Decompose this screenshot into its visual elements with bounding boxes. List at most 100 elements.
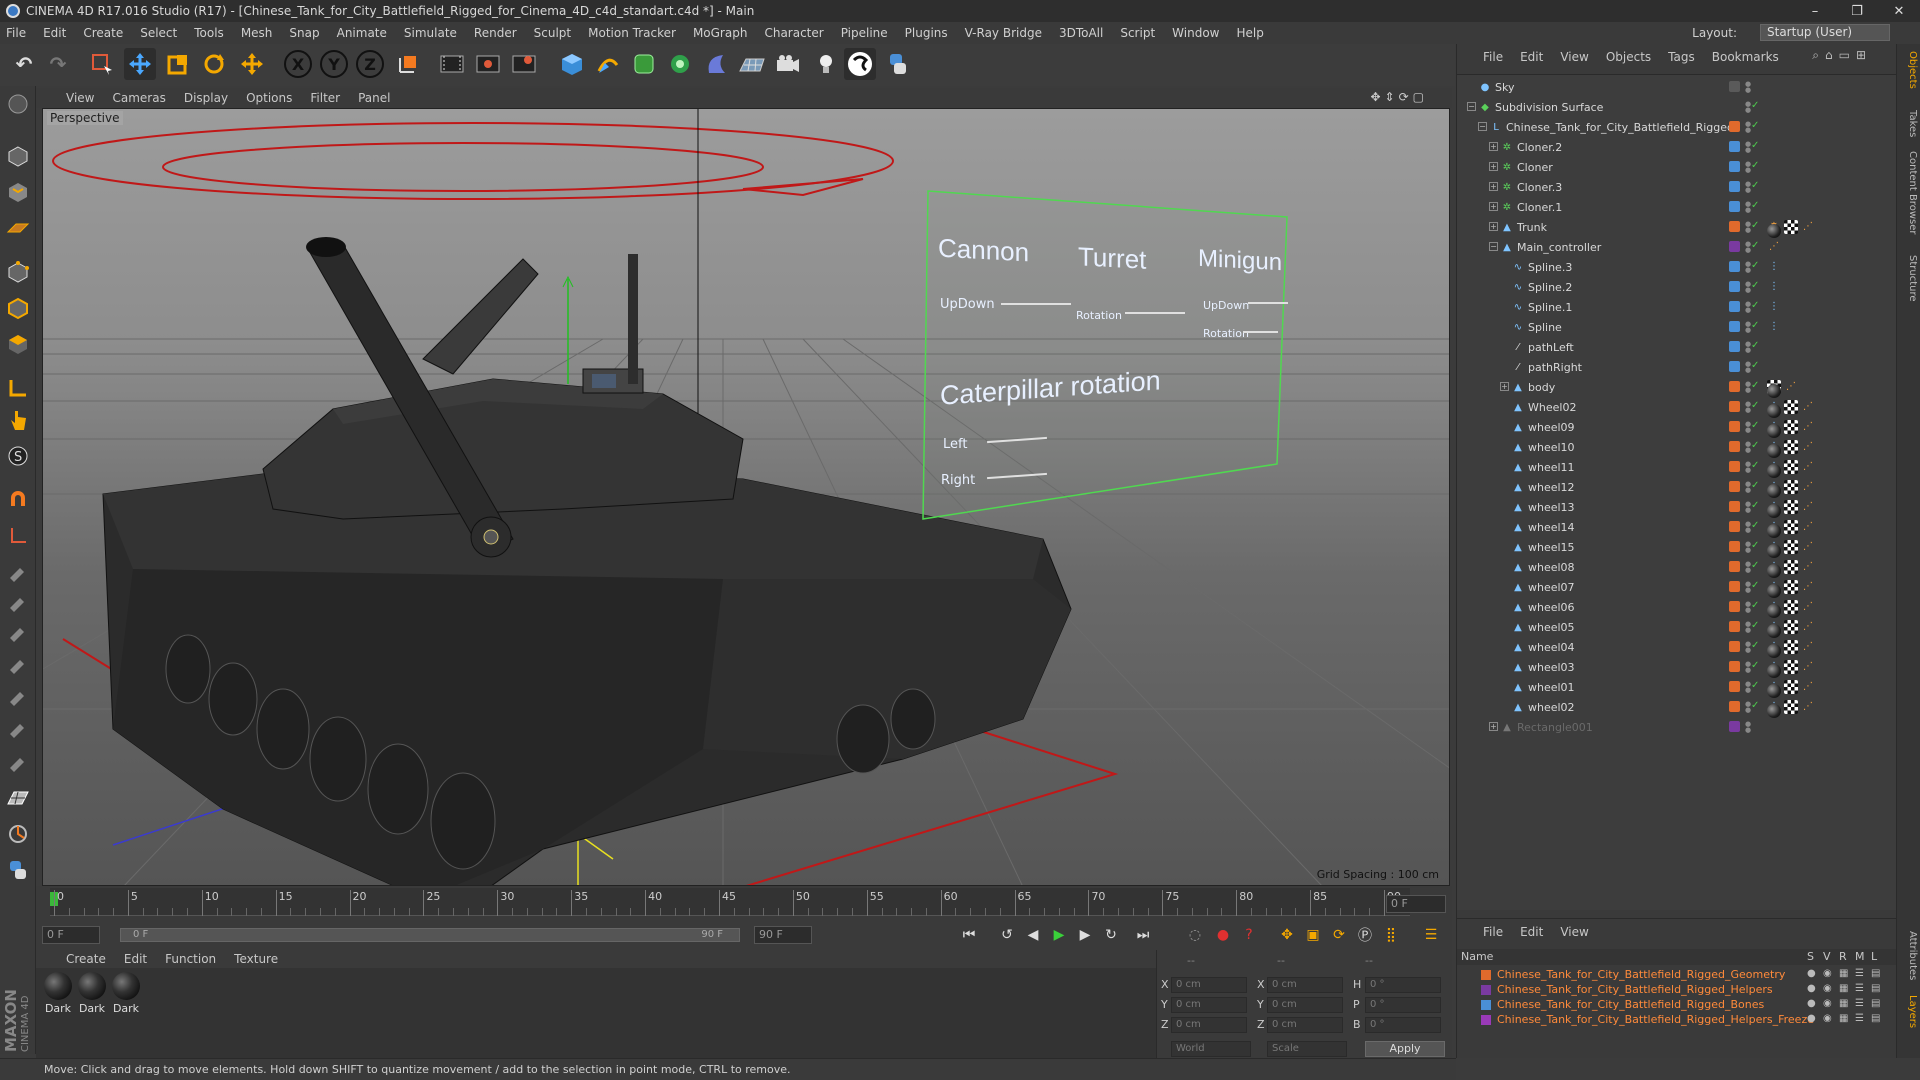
viewport-perspective[interactable]: Cannon Turret Minigun UpDown Rotation Up… (42, 108, 1450, 886)
object-row[interactable]: − ◆ Subdivision Surface ● ● ✓ (1457, 97, 1897, 117)
expand-toggle-icon[interactable]: − (1478, 122, 1487, 131)
menu-pipeline[interactable]: Pipeline (841, 26, 888, 40)
material-tag-icon[interactable] (1767, 584, 1781, 598)
object-name[interactable]: Spline.3 (1528, 261, 1572, 274)
object-name[interactable]: Cloner.1 (1517, 201, 1562, 214)
menu-edit[interactable]: Edit (43, 26, 66, 40)
hud-turret-rotation-slider[interactable] (1125, 312, 1185, 314)
object-name[interactable]: Subdivision Surface (1495, 101, 1603, 114)
object-row[interactable]: ▲wheel03●●✓⋮⋰ (1457, 657, 1897, 678)
object-name[interactable]: Spline (1528, 321, 1562, 334)
keyframe-selection-icon[interactable]: ? (1238, 925, 1260, 945)
uvw-tag-icon[interactable] (1784, 500, 1798, 514)
tab-takes[interactable]: Takes (1900, 104, 1918, 144)
render-settings-icon[interactable] (508, 48, 540, 80)
weight-tag-icon[interactable]: ⋰ (1801, 680, 1815, 694)
layer-color-swatch[interactable] (1729, 481, 1740, 492)
layer-row[interactable]: Chinese_Tank_for_City_Battlefield_Rigged… (1457, 967, 1897, 982)
next-key-icon[interactable]: ↻ (1100, 925, 1122, 945)
layer-color-swatch[interactable] (1729, 201, 1740, 212)
layer-row[interactable]: Chinese_Tank_for_City_Battlefield_Rigged… (1457, 982, 1897, 997)
material-item[interactable]: Dark (76, 972, 108, 1015)
material-item[interactable]: Dark (42, 972, 74, 1015)
object-name[interactable]: Spline.2 (1528, 281, 1572, 294)
object-row[interactable]: − L Chinese_Tank_for_City_Battlefield_Rigg… (1457, 117, 1897, 137)
expand-toggle-icon[interactable]: − (1489, 242, 1498, 251)
uvw-tag-icon[interactable] (1784, 640, 1798, 654)
expand-toggle-icon[interactable]: + (1489, 722, 1498, 731)
cloner-icon[interactable] (664, 48, 696, 80)
material-tag-icon[interactable] (1767, 624, 1781, 638)
weight-tag-icon[interactable]: ⋰ (1801, 700, 1815, 714)
menu-render[interactable]: Render (474, 26, 517, 40)
key-scale-icon[interactable]: ▣ (1302, 925, 1324, 945)
render-icon[interactable]: ▦ (1839, 983, 1848, 994)
hud-minigun-updown-slider[interactable] (1248, 302, 1288, 304)
rotation-b-field[interactable]: 0 ° (1365, 1017, 1441, 1033)
object-name[interactable]: pathLeft (1528, 341, 1574, 354)
layer-color-swatch[interactable] (1729, 601, 1740, 612)
layer-color-swatch[interactable] (1729, 661, 1740, 672)
weight-tag-icon[interactable]: ⋰ (1801, 460, 1815, 474)
objects-menu-view[interactable]: View (1560, 50, 1588, 64)
layer-row[interactable]: Chinese_Tank_for_City_Battlefield_Rigged… (1457, 997, 1897, 1012)
enabled-check-icon[interactable]: ✓ (1751, 120, 1759, 131)
object-name[interactable]: Rectangle001 (1517, 721, 1593, 734)
key-parameter-icon[interactable]: Ⓟ (1354, 925, 1376, 945)
weight-tag-icon[interactable]: ⋰ (1801, 560, 1815, 574)
key-pla-icon[interactable]: ⣿ (1380, 925, 1402, 945)
material-menu-function[interactable]: Function (165, 952, 216, 966)
menu-motion-tracker[interactable]: Motion Tracker (588, 26, 676, 40)
object-name[interactable]: wheel13 (1528, 501, 1575, 514)
menu-script[interactable]: Script (1120, 26, 1155, 40)
layer-color-swatch[interactable] (1729, 161, 1740, 172)
viewport-nav-icons[interactable]: ✥⇕⟳▢ (1370, 90, 1428, 104)
enabled-check-icon[interactable]: ✓ (1751, 680, 1759, 691)
xpresso-tag-icon[interactable]: ⋰ (1767, 240, 1781, 254)
layer-color-swatch[interactable] (1729, 221, 1740, 232)
deformer-icon[interactable] (700, 48, 732, 80)
timeline-ruler[interactable]: 051015202530354045505560657075808590 0 F (36, 886, 1452, 920)
enabled-check-icon[interactable]: ✓ (1751, 100, 1759, 111)
layers-menu-edit[interactable]: Edit (1520, 925, 1543, 939)
object-name[interactable]: wheel08 (1528, 561, 1575, 574)
menu-vray-bridge[interactable]: V-Ray Bridge (965, 26, 1042, 40)
enabled-check-icon[interactable]: ✓ (1751, 180, 1759, 191)
layer-color-swatch[interactable] (1729, 461, 1740, 472)
key-rotation-icon[interactable]: ⟳ (1328, 925, 1350, 945)
enabled-check-icon[interactable]: ✓ (1751, 380, 1759, 391)
object-row[interactable]: + ▲ body ● ● ✓ ⋰ (1457, 377, 1897, 398)
material-menu-create[interactable]: Create (66, 952, 106, 966)
menu-file[interactable]: File (6, 26, 26, 40)
material-tag-icon[interactable] (1767, 664, 1781, 678)
autokey-icon[interactable]: ● (1212, 925, 1234, 945)
transform-tool-icon[interactable] (236, 48, 268, 80)
viewport-menu-panel[interactable]: Panel (358, 91, 390, 105)
maximize-button[interactable]: ❐ (1834, 0, 1880, 22)
layer-color-swatch[interactable] (1729, 581, 1740, 592)
render-icon[interactable]: ▦ (1839, 1013, 1848, 1024)
minimize-button[interactable]: – (1792, 0, 1838, 22)
enabled-check-icon[interactable]: ✓ (1751, 280, 1759, 291)
expand-toggle-icon[interactable]: + (1489, 182, 1498, 191)
uvw-tag-icon[interactable] (1784, 460, 1798, 474)
menu-plugins[interactable]: Plugins (905, 26, 948, 40)
layer-color-swatch[interactable] (1729, 681, 1740, 692)
layer-color-swatch[interactable] (1481, 999, 1491, 1010)
goto-start-icon[interactable]: ⏮ (958, 925, 980, 945)
visible-eye-icon[interactable]: ◉ (1823, 998, 1832, 1009)
workplane-axis-icon[interactable] (4, 522, 32, 550)
layers-menu-view[interactable]: View (1560, 925, 1588, 939)
3dtoall-icon[interactable] (844, 48, 876, 80)
layer-name[interactable]: Chinese_Tank_for_City_Battlefield_Rigged… (1497, 998, 1764, 1011)
hud-minigun-rotation-slider[interactable] (1243, 331, 1278, 333)
start-frame-field[interactable]: 0 F (42, 926, 100, 944)
layer-color-swatch[interactable] (1729, 301, 1740, 312)
material-menu-edit[interactable]: Edit (124, 952, 147, 966)
expand-toggle-icon[interactable]: + (1489, 142, 1498, 151)
expand-toggle-icon[interactable]: + (1489, 222, 1498, 231)
uvw-tag-icon[interactable] (1784, 600, 1798, 614)
layer-color-swatch[interactable] (1729, 401, 1740, 412)
camera-icon[interactable] (772, 48, 804, 80)
menu-simulate[interactable]: Simulate (404, 26, 457, 40)
